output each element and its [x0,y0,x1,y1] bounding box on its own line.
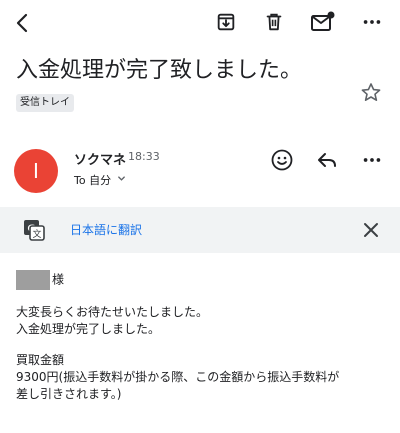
archive-icon[interactable] [212,8,240,36]
top-toolbar [0,0,400,46]
sender-row: I ソクマネ 18:33 To 自分 [0,140,400,196]
mark-unread-icon[interactable] [308,8,338,36]
trash-icon[interactable] [260,8,288,36]
arrow-back-icon[interactable] [8,8,38,38]
body-line-1: 大変長らくお待たせいたしました。 [16,305,209,319]
translate-bar: G 文 日本語に翻訳 [0,207,400,253]
body-line-3: 買取金額 [16,353,65,367]
salutation-line: 様 [16,270,396,290]
recipient-text: To 自分 [74,174,112,187]
salutation-suffix: 様 [52,272,65,287]
close-icon[interactable] [360,219,382,241]
body-line-2: 入金処理が完了しました。 [16,322,161,336]
translate-icon: G 文 [22,218,46,242]
email-body: 様 大変長らくお待たせいたしました。 入金処理が完了しました。 買取金額 930… [16,270,396,403]
emoji-icon[interactable] [268,146,296,174]
reply-icon[interactable] [313,146,341,174]
more-vert-icon[interactable] [358,146,386,174]
avatar[interactable]: I [14,149,58,193]
more-vert-icon[interactable] [358,8,386,36]
sender-name: ソクマネ [74,153,127,168]
recipient-details-toggle[interactable]: To 自分 [74,172,126,188]
body-line-4: 9300円(振込手数料が掛かる際、この金額から振込手数料が [16,370,340,384]
redacted-name [16,270,50,290]
chevron-down-icon [117,174,126,186]
star-outline-icon[interactable] [358,80,384,106]
email-subject: 入金処理が完了致しました。 [16,58,303,83]
inbox-label-chip[interactable]: 受信トレイ [16,94,74,112]
translate-link[interactable]: 日本語に翻訳 [70,221,142,238]
svg-text:文: 文 [32,228,41,240]
body-line-5: 差し引きされます。) [16,387,122,401]
sent-time: 18:33 [128,150,160,163]
